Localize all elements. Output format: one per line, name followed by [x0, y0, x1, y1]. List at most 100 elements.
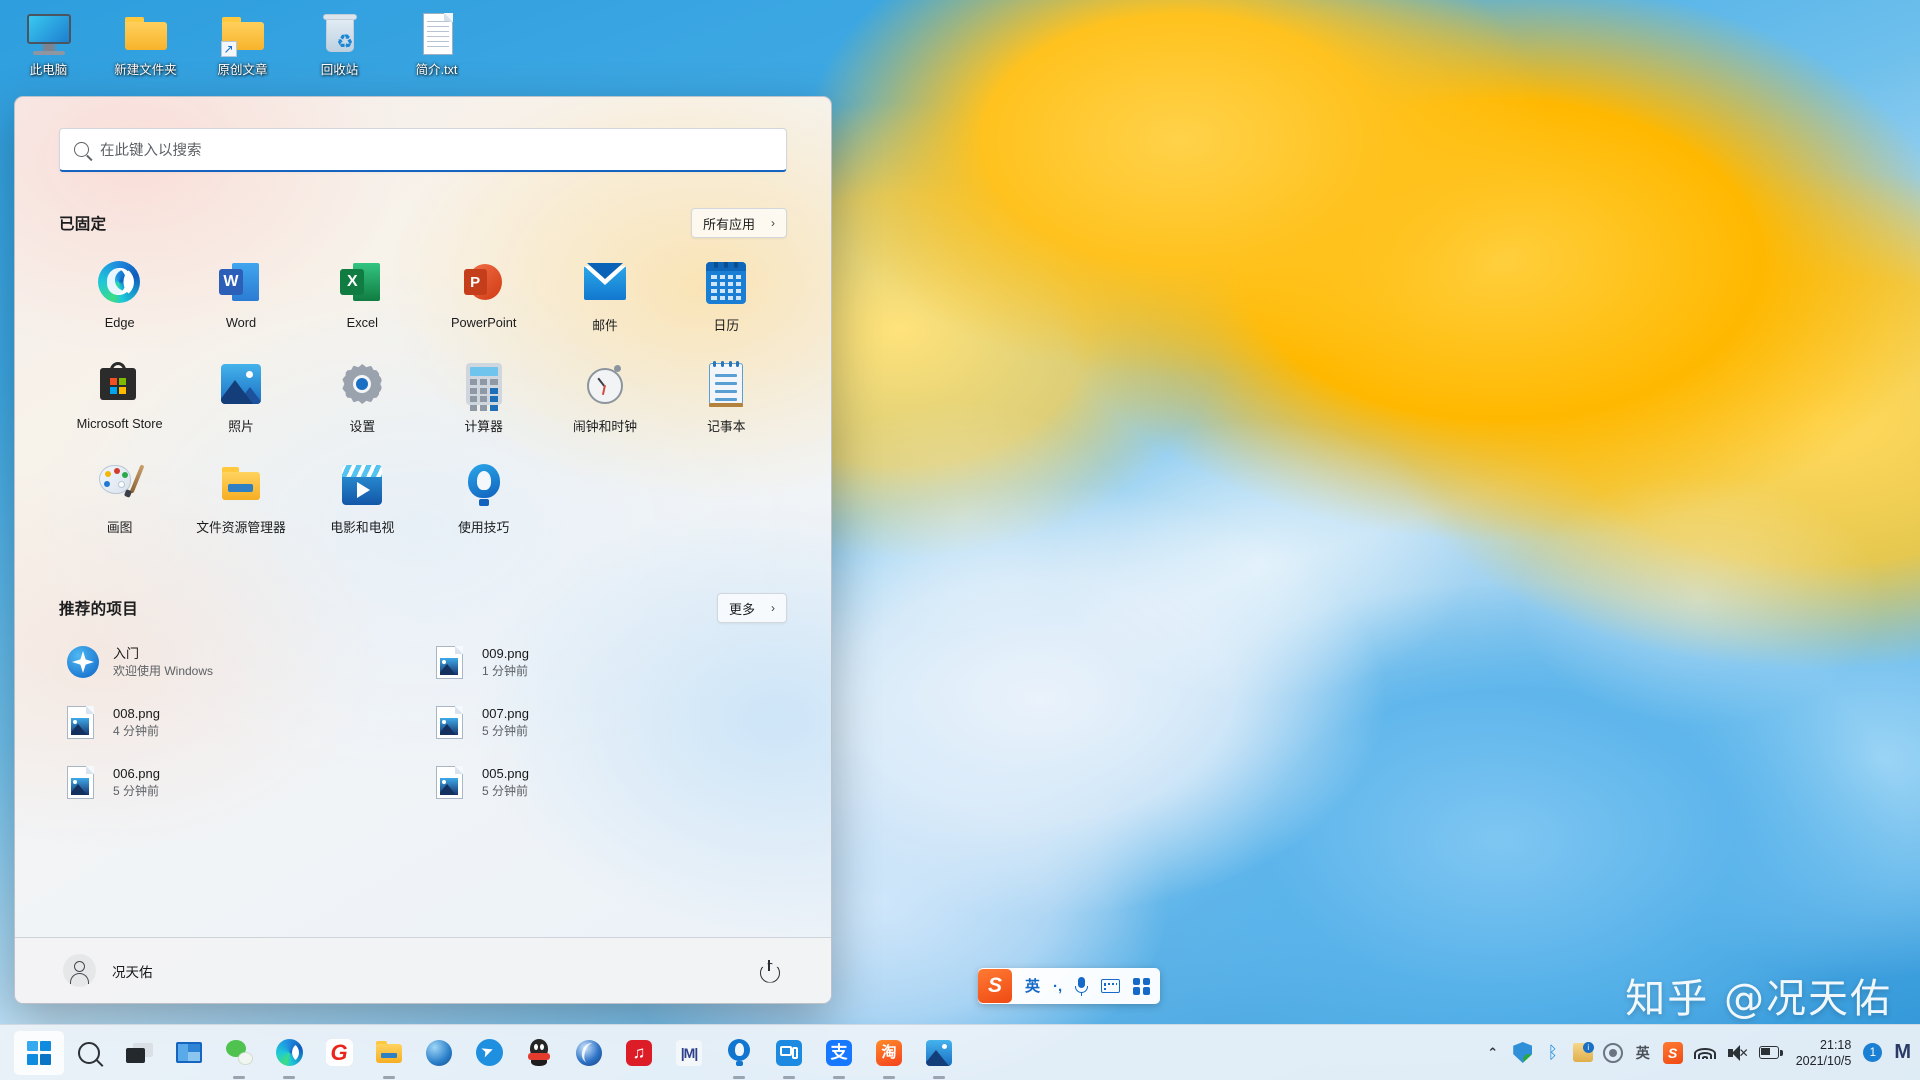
running-indicator — [383, 1075, 395, 1079]
ime-apps-grid-icon[interactable] — [1133, 977, 1151, 995]
app-label: 设置 — [349, 419, 376, 434]
tray-item-battery[interactable] — [1754, 1033, 1788, 1073]
desktop-icon-original-articles[interactable]: ↗ 原创文章 — [194, 6, 291, 82]
task-view-button[interactable] — [114, 1031, 164, 1075]
recommended-item[interactable]: 007.png 5 分钟前 — [428, 699, 787, 745]
app-tile-photos[interactable]: 照片 — [180, 353, 301, 442]
microphone-icon[interactable] — [1075, 976, 1089, 996]
app-tile-mail[interactable]: 邮件 — [544, 252, 665, 341]
app-tile-calculator[interactable]: 计算器 — [423, 353, 544, 442]
start-button[interactable] — [14, 1030, 64, 1075]
recommended-title-text: 006.png — [113, 766, 160, 781]
app-tile-tips[interactable]: 使用技巧 — [423, 454, 544, 543]
tray-item-sogou-ime[interactable]: S — [1658, 1033, 1688, 1073]
tray-item-360-safe[interactable] — [1598, 1033, 1628, 1073]
text-file-icon — [413, 10, 461, 58]
app-tile-microsoft-store[interactable]: Microsoft Store — [59, 353, 180, 442]
search-input[interactable]: 在此键入以搜索 — [59, 128, 787, 172]
clock-button[interactable]: 21:18 2021/10/5 — [1788, 1037, 1864, 1069]
app-tile-edge[interactable]: Edge — [59, 252, 180, 341]
app-tile-file-explorer[interactable]: 文件资源管理器 — [180, 454, 301, 543]
tray-item-windows-defender[interactable]: ✓ — [1508, 1033, 1538, 1073]
tray-item-bluetooth[interactable]: ᛒ — [1538, 1033, 1568, 1073]
app-tile-powerpoint[interactable]: P PowerPoint — [423, 252, 544, 341]
taskbar-item-photos[interactable] — [914, 1031, 964, 1079]
battery-charging-icon — [1758, 1045, 1783, 1060]
taskbar-item-alipay[interactable]: 支 — [814, 1031, 864, 1079]
more-label: 更多 — [728, 601, 755, 617]
desktop-icon-list: 此电脑 新建文件夹 ↗ 原创文章 ♻ 回收站 简介.txt — [0, 6, 520, 82]
sogou-s-icon[interactable]: S — [978, 969, 1012, 1003]
app-label: PowerPoint — [450, 315, 517, 330]
blue-orb-icon — [575, 1039, 603, 1067]
more-button[interactable]: 更多 › — [716, 593, 787, 623]
desktop[interactable]: 此电脑 新建文件夹 ↗ 原创文章 ♻ 回收站 简介.txt 在此键入以搜索 已固… — [0, 0, 1920, 1080]
desktop-icon-intro-txt[interactable]: 简介.txt — [388, 6, 485, 82]
recommended-title: 推荐的项目 — [59, 601, 139, 618]
app-tile-calendar[interactable]: 日历 — [666, 252, 787, 341]
taskbar-item-remote-desktop[interactable] — [764, 1031, 814, 1079]
taskbar-item-blue-orb-app[interactable] — [564, 1031, 614, 1075]
taskbar-item-paper-plane-app[interactable] — [464, 1031, 514, 1075]
taskbar-item-wechat[interactable] — [214, 1031, 264, 1079]
taskbar-item-mindmaster[interactable]: |M| — [664, 1031, 714, 1075]
user-name-label: 况天佑 — [112, 964, 153, 980]
app-tile-movies-tv[interactable]: 电影和电视 — [302, 454, 423, 543]
widgets-button[interactable] — [164, 1031, 214, 1075]
paper-plane-icon — [475, 1039, 503, 1067]
taskbar-search-button[interactable] — [64, 1031, 114, 1075]
taskbar-item-tips[interactable] — [714, 1031, 764, 1079]
tray-item-network[interactable] — [1688, 1033, 1722, 1073]
taskbar-item-blue-sphere-app[interactable] — [414, 1031, 464, 1075]
app-label: Word — [225, 315, 257, 330]
recommended-item[interactable]: 009.png 1 分钟前 — [428, 639, 787, 685]
app-label: Excel — [346, 315, 378, 330]
all-apps-button[interactable]: 所有应用 › — [690, 208, 787, 238]
taskbar-item-file-explorer[interactable] — [364, 1031, 414, 1079]
ime-floating-bar[interactable]: S 英 ·, — [978, 968, 1161, 1004]
desktop-icon-this-pc[interactable]: 此电脑 — [0, 6, 97, 82]
desktop-icon-new-folder[interactable]: 新建文件夹 — [97, 6, 194, 82]
this-pc-icon — [25, 10, 73, 58]
task-view-icon — [125, 1039, 153, 1067]
blue-sphere-icon — [425, 1039, 453, 1067]
taskbar-item-qq[interactable] — [514, 1031, 564, 1075]
app-tile-notepad[interactable]: 记事本 — [666, 353, 787, 442]
user-account-button[interactable]: 况天佑 — [63, 954, 153, 987]
image-file-icon — [436, 706, 468, 739]
taskbar[interactable]: G ➤ ♫ |M| 支 淘 ⌃ ✓ ᛒ i 英 S ✕ 21:18 2021/1… — [0, 1024, 1920, 1080]
taskbar-item-edge[interactable] — [264, 1031, 314, 1079]
desktop-icon-recycle-bin[interactable]: ♻ 回收站 — [291, 6, 388, 82]
app-tile-alarms-clock[interactable]: 闹钟和时钟 — [544, 353, 665, 442]
running-indicator — [883, 1075, 895, 1079]
recommended-section-header: 推荐的项目 更多 › — [59, 593, 787, 623]
edge-icon — [275, 1039, 303, 1067]
app-tile-excel[interactable]: X Excel — [302, 252, 423, 341]
recommended-item[interactable]: 入门 欢迎使用 Windows — [59, 639, 418, 685]
ime-punctuation-toggle[interactable]: ·, — [1053, 979, 1062, 994]
powerpoint-icon: P — [462, 261, 506, 305]
notification-badge[interactable]: 1 — [1863, 1043, 1883, 1062]
ime-mode-toggle[interactable]: 英 — [1025, 979, 1040, 994]
app-tile-paint[interactable]: 画图 — [59, 454, 180, 543]
app-tile-word[interactable]: W Word — [180, 252, 301, 341]
tray-item-volume[interactable]: ✕ — [1722, 1033, 1754, 1073]
tray-item-update-notice[interactable]: i — [1568, 1033, 1598, 1073]
tray-item-ime-indicator[interactable]: 英 — [1628, 1033, 1658, 1073]
running-indicator — [833, 1075, 845, 1079]
taskbar-item-taobao[interactable]: 淘 — [864, 1031, 914, 1079]
start-menu[interactable]: 在此键入以搜索 已固定 所有应用 › Edge W Word X Excel P… — [14, 96, 832, 1004]
taskbar-item-g-browser[interactable]: G — [314, 1031, 364, 1075]
power-button[interactable] — [757, 958, 783, 984]
app-label: 照片 — [228, 419, 254, 434]
recommended-item[interactable]: 008.png 4 分钟前 — [59, 699, 418, 745]
tray-overflow-button[interactable]: ⌃ — [1478, 1033, 1508, 1073]
recommended-item[interactable]: 005.png 5 分钟前 — [428, 759, 787, 805]
taskbar-item-netease-music[interactable]: ♫ — [614, 1031, 664, 1075]
keyboard-icon[interactable] — [1101, 979, 1121, 993]
app-tile-settings[interactable]: 设置 — [302, 353, 423, 442]
recommended-item[interactable]: 006.png 5 分钟前 — [59, 759, 418, 805]
recommended-title-text: 入门 — [113, 646, 140, 661]
update-folder-icon: i — [1572, 1042, 1594, 1062]
bluetooth-icon: ᛒ — [1547, 1043, 1558, 1062]
